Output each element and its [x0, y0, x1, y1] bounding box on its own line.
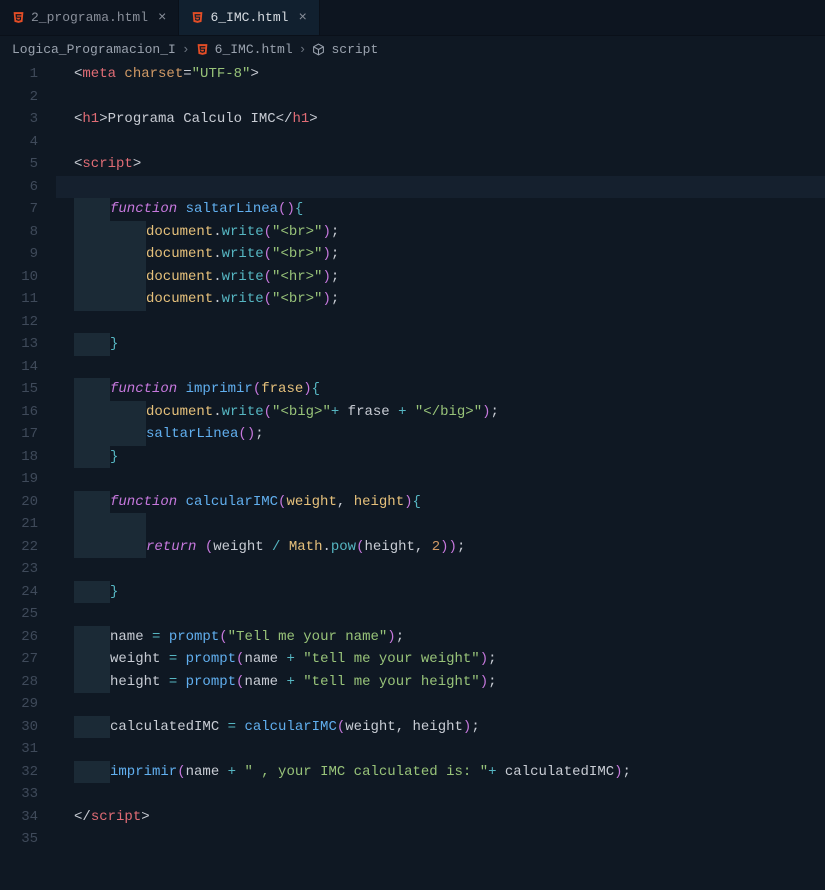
line-number: 16	[0, 401, 38, 424]
line-number: 21	[0, 513, 38, 536]
code-editor[interactable]: 1234567891011121314151617181920212223242…	[0, 63, 825, 851]
code-line[interactable]	[56, 558, 825, 581]
code-line[interactable]	[56, 693, 825, 716]
line-number: 10	[0, 266, 38, 289]
code-line[interactable]: height = prompt(name + "tell me your hei…	[56, 671, 825, 694]
code-line[interactable]: calculatedIMC = calcularIMC(weight, heig…	[56, 716, 825, 739]
breadcrumb-symbol[interactable]: script	[331, 42, 378, 57]
line-number: 26	[0, 626, 38, 649]
breadcrumb: Logica_Programacion_I › 6_IMC.html › scr…	[0, 36, 825, 63]
line-number: 13	[0, 333, 38, 356]
code-line[interactable]: imprimir(name + " , your IMC calculated …	[56, 761, 825, 784]
line-number: 4	[0, 131, 38, 154]
tab-bar: 2_programa.html × 6_IMC.html ×	[0, 0, 825, 36]
html5-icon	[191, 11, 204, 24]
tab-6-imc[interactable]: 6_IMC.html ×	[179, 0, 319, 35]
line-number: 8	[0, 221, 38, 244]
line-number: 11	[0, 288, 38, 311]
close-icon[interactable]: ×	[298, 10, 306, 26]
code-line[interactable]	[56, 603, 825, 626]
line-number: 34	[0, 806, 38, 829]
line-number: 20	[0, 491, 38, 514]
tab-label: 2_programa.html	[31, 10, 148, 25]
line-number: 30	[0, 716, 38, 739]
chevron-right-icon: ›	[182, 42, 190, 57]
line-number: 22	[0, 536, 38, 559]
code-line[interactable]: }	[56, 446, 825, 469]
breadcrumb-file[interactable]: 6_IMC.html	[215, 42, 293, 57]
line-number: 1	[0, 63, 38, 86]
code-line[interactable]: document.write("<br>");	[56, 288, 825, 311]
code-line[interactable]: }	[56, 581, 825, 604]
chevron-right-icon: ›	[299, 42, 307, 57]
line-number: 33	[0, 783, 38, 806]
line-number: 9	[0, 243, 38, 266]
line-number: 28	[0, 671, 38, 694]
tab-label: 6_IMC.html	[210, 10, 288, 25]
line-number-gutter: 1234567891011121314151617181920212223242…	[0, 63, 56, 851]
code-line[interactable]	[56, 828, 825, 851]
html5-icon	[12, 11, 25, 24]
code-line[interactable]	[56, 468, 825, 491]
line-number: 32	[0, 761, 38, 784]
code-line[interactable]	[56, 356, 825, 379]
line-number: 25	[0, 603, 38, 626]
breadcrumb-folder[interactable]: Logica_Programacion_I	[12, 42, 176, 57]
code-line[interactable]: function saltarLinea(){	[56, 198, 825, 221]
line-number: 24	[0, 581, 38, 604]
code-line[interactable]: saltarLinea();	[56, 423, 825, 446]
code-line[interactable]: <h1>Programa Calculo IMC</h1>	[56, 108, 825, 131]
line-number: 27	[0, 648, 38, 671]
line-number: 15	[0, 378, 38, 401]
html5-icon	[196, 43, 209, 56]
code-line[interactable]: document.write("<br>");	[56, 243, 825, 266]
code-line[interactable]: <script>	[56, 153, 825, 176]
line-number: 29	[0, 693, 38, 716]
cube-icon	[312, 43, 325, 56]
tab-2-programa[interactable]: 2_programa.html ×	[0, 0, 179, 35]
line-number: 12	[0, 311, 38, 334]
code-line[interactable]	[56, 86, 825, 109]
code-line[interactable]	[56, 738, 825, 761]
code-line[interactable]: return (weight / Math.pow(height, 2));	[56, 536, 825, 559]
code-line[interactable]	[56, 783, 825, 806]
code-line[interactable]: name = prompt("Tell me your name");	[56, 626, 825, 649]
code-line[interactable]: }	[56, 333, 825, 356]
line-number: 7	[0, 198, 38, 221]
code-line[interactable]: weight = prompt(name + "tell me your wei…	[56, 648, 825, 671]
line-number: 23	[0, 558, 38, 581]
code-line[interactable]: function imprimir(frase){	[56, 378, 825, 401]
line-number: 2	[0, 86, 38, 109]
line-number: 3	[0, 108, 38, 131]
close-icon[interactable]: ×	[158, 10, 166, 26]
code-line[interactable]: </script>	[56, 806, 825, 829]
code-line[interactable]	[56, 131, 825, 154]
code-line[interactable]: function calcularIMC(weight, height){	[56, 491, 825, 514]
line-number: 17	[0, 423, 38, 446]
code-area[interactable]: <meta charset="UTF-8"> <h1>Programa Calcu…	[56, 63, 825, 851]
line-number: 19	[0, 468, 38, 491]
code-line[interactable]: document.write("<hr>");	[56, 266, 825, 289]
line-number: 14	[0, 356, 38, 379]
code-line[interactable]	[56, 513, 825, 536]
code-line[interactable]: document.write("<br>");	[56, 221, 825, 244]
code-line[interactable]: document.write("<big>"+ frase + "</big>"…	[56, 401, 825, 424]
line-number: 5	[0, 153, 38, 176]
code-line[interactable]	[56, 311, 825, 334]
code-line[interactable]: <meta charset="UTF-8">	[56, 63, 825, 86]
code-line[interactable]	[56, 176, 825, 199]
line-number: 31	[0, 738, 38, 761]
line-number: 35	[0, 828, 38, 851]
line-number: 6	[0, 176, 38, 199]
line-number: 18	[0, 446, 38, 469]
